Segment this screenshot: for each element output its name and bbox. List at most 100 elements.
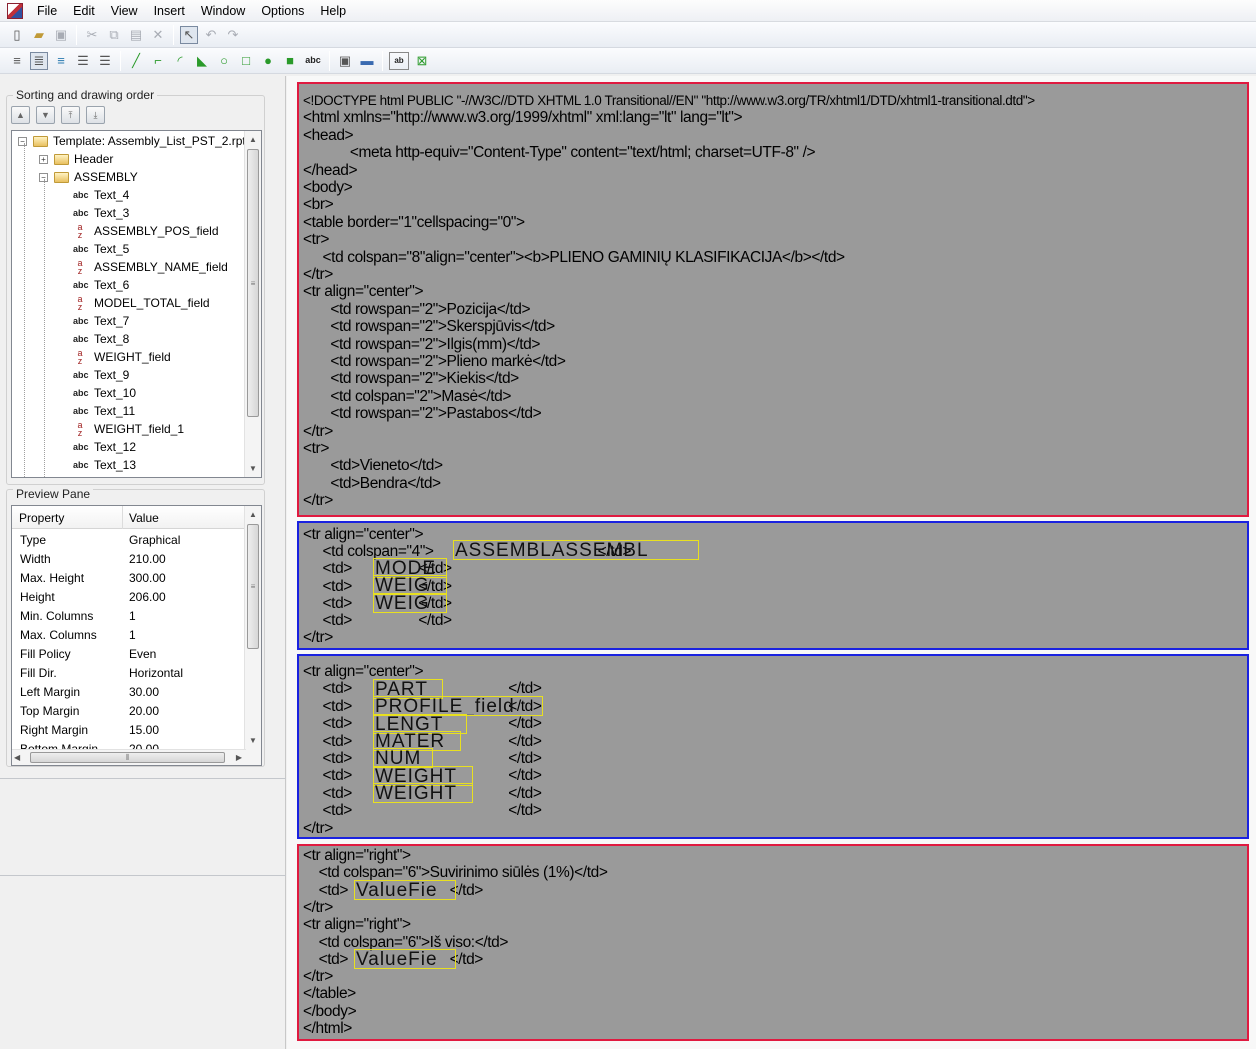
column-value[interactable]: Value xyxy=(129,511,159,525)
tree-item[interactable]: abc Text_7 xyxy=(73,312,129,330)
property-row[interactable]: Left Margin 30.00 xyxy=(12,682,246,701)
property-value[interactable]: Even xyxy=(129,647,156,661)
menu-window[interactable]: Window xyxy=(193,0,253,22)
tree-item[interactable]: abc Text_10 xyxy=(73,384,136,402)
tree-item[interactable]: + Header xyxy=(39,150,113,168)
new-icon[interactable]: ▯ xyxy=(8,26,26,44)
field-placeholder[interactable]: ValueFie xyxy=(354,949,456,969)
property-value[interactable]: Graphical xyxy=(129,533,180,547)
tree-item[interactable]: a z MODEL_TOTAL_field xyxy=(73,294,209,312)
tree-item[interactable]: abc Text_5 xyxy=(73,240,129,258)
property-row[interactable]: Type Graphical xyxy=(12,530,246,549)
expand-icon[interactable]: + xyxy=(39,154,48,164)
text-tool-icon[interactable]: abc xyxy=(303,52,323,70)
scroll-thumb[interactable]: ≡ xyxy=(247,524,259,649)
align-center-icon[interactable]: ≣ xyxy=(30,51,48,70)
property-row[interactable]: Min. Columns 1 xyxy=(12,606,246,625)
property-value[interactable]: 15.00 xyxy=(129,723,159,737)
redo-icon[interactable]: ↷ xyxy=(224,26,242,44)
property-value[interactable]: 210.00 xyxy=(129,552,166,566)
property-row[interactable]: Width 210.00 xyxy=(12,549,246,568)
property-row[interactable]: Right Margin 15.00 xyxy=(12,720,246,739)
scroll-thumb[interactable]: ≡ xyxy=(247,149,259,417)
collapse-icon[interactable]: − xyxy=(18,136,27,146)
tree-item[interactable]: abc Text_6 xyxy=(73,276,129,294)
tree-item[interactable]: abc Text_8 xyxy=(73,330,129,348)
fill-shape-icon[interactable]: ◣ xyxy=(193,52,211,70)
menu-edit[interactable]: Edit xyxy=(65,0,103,22)
paste-icon[interactable]: ▤ xyxy=(127,26,145,44)
field-placeholder[interactable]: ASSEMBLASSEMBL xyxy=(453,540,699,560)
tree-item[interactable]: abc Text_9 xyxy=(73,366,129,384)
menu-file[interactable]: File xyxy=(29,0,65,22)
align-left-icon[interactable]: ≡ xyxy=(8,52,26,70)
tree-root[interactable]: − Template: Assembly_List_PST_2.rpt xyxy=(18,132,246,150)
save-icon[interactable]: ▣ xyxy=(52,26,70,44)
property-row[interactable]: Fill Policy Even xyxy=(12,644,246,663)
scroll-down-icon[interactable]: ▼ xyxy=(245,460,261,477)
copy-icon[interactable]: ⧉ xyxy=(105,26,123,44)
tree-item[interactable]: a z WEIGHT_field_1 xyxy=(73,420,184,438)
circle-icon[interactable]: ○ xyxy=(215,52,233,70)
property-value[interactable]: Horizontal xyxy=(129,666,183,680)
property-value[interactable]: 30.00 xyxy=(129,685,159,699)
menu-help[interactable]: Help xyxy=(312,0,354,22)
section-part[interactable]: <tr align="center"> <td> </td> <td> </td… xyxy=(297,654,1249,839)
picture-icon[interactable]: ▣ xyxy=(336,52,354,70)
delete-icon[interactable]: ✕ xyxy=(149,26,167,44)
property-row[interactable]: Max. Height 300.00 xyxy=(12,568,246,587)
field-placeholder[interactable]: WEIG xyxy=(373,593,447,613)
tree-item[interactable]: a z ASSEMBLY_NAME_field xyxy=(73,258,227,276)
text-field-icon[interactable]: ab xyxy=(389,51,409,70)
tree-item[interactable]: abc Text_11 xyxy=(73,402,135,420)
scroll-left-icon[interactable]: ◀ xyxy=(14,750,20,765)
tree-item[interactable]: abc Text_4 xyxy=(73,186,129,204)
align-right-icon[interactable]: ≡ xyxy=(52,52,70,70)
scroll-right-icon[interactable]: ▶ xyxy=(236,750,242,765)
hscroll-thumb[interactable]: ⦀ xyxy=(30,752,225,763)
column-property[interactable]: Property xyxy=(19,511,64,525)
image-icon[interactable]: ▬ xyxy=(358,52,376,70)
line-icon[interactable]: ╱ xyxy=(127,52,145,70)
property-row[interactable]: Top Margin 20.00 xyxy=(12,701,246,720)
select-pointer-icon[interactable]: ↖ xyxy=(180,25,198,44)
tree-item[interactable]: a z WEIGHT_field xyxy=(73,348,170,366)
property-value[interactable]: 206.00 xyxy=(129,590,166,604)
property-row[interactable]: Height 206.00 xyxy=(12,587,246,606)
section-header[interactable]: <!DOCTYPE html PUBLIC "-//W3C//DTD XHTML… xyxy=(297,82,1249,517)
rectangle-icon[interactable]: □ xyxy=(237,52,255,70)
menu-options[interactable]: Options xyxy=(253,0,312,22)
tree-scrollbar[interactable]: ▲ ≡ ▼ xyxy=(244,131,261,477)
section-footer[interactable]: <tr align="right"> <td colspan="6">Suvir… xyxy=(297,844,1249,1041)
menu-view[interactable]: View xyxy=(103,0,146,22)
tree-item[interactable]: a z ASSEMBLY_POS_field xyxy=(73,222,218,240)
tree-item[interactable]: abc Text_3 xyxy=(73,204,129,222)
property-row[interactable]: Fill Dir. Horizontal xyxy=(12,663,246,682)
field-placeholder[interactable]: ValueFie xyxy=(354,880,456,900)
scroll-up-icon[interactable]: ▲ xyxy=(245,506,261,523)
move-top-button[interactable]: ⤒ xyxy=(61,106,80,124)
polyline-icon[interactable]: ⌐ xyxy=(149,52,167,70)
move-bottom-button[interactable]: ⤓ xyxy=(86,106,105,124)
properties-icon[interactable]: ⊠ xyxy=(413,52,431,70)
move-down-button[interactable]: ▼ xyxy=(36,106,55,124)
property-value[interactable]: 1 xyxy=(129,628,136,642)
field-placeholder[interactable]: WEIG xyxy=(373,575,447,595)
field-placeholder[interactable]: PROFILE_field xyxy=(373,696,543,716)
property-row[interactable]: Max. Columns 1 xyxy=(12,625,246,644)
property-value[interactable]: 20.00 xyxy=(129,704,159,718)
field-placeholder[interactable]: NUM xyxy=(373,748,433,768)
scroll-down-icon[interactable]: ▼ xyxy=(245,732,261,749)
open-icon[interactable]: ▰ xyxy=(30,26,48,44)
arc-icon[interactable]: ◜ xyxy=(171,52,189,70)
tree-item[interactable]: abc Text_12 xyxy=(73,438,136,456)
object-tree[interactable]: − Template: Assembly_List_PST_2.rpt + Hea… xyxy=(11,130,262,478)
property-value[interactable]: 1 xyxy=(129,609,136,623)
distribute-icon[interactable]: ☰ xyxy=(74,52,92,70)
filled-rect-icon[interactable]: ■ xyxy=(281,52,299,70)
property-value[interactable]: 300.00 xyxy=(129,571,166,585)
cut-icon[interactable]: ✂ xyxy=(83,26,101,44)
menu-insert[interactable]: Insert xyxy=(146,0,193,22)
distribute-vertical-icon[interactable]: ☰ xyxy=(96,52,114,70)
undo-icon[interactable]: ↶ xyxy=(202,26,220,44)
